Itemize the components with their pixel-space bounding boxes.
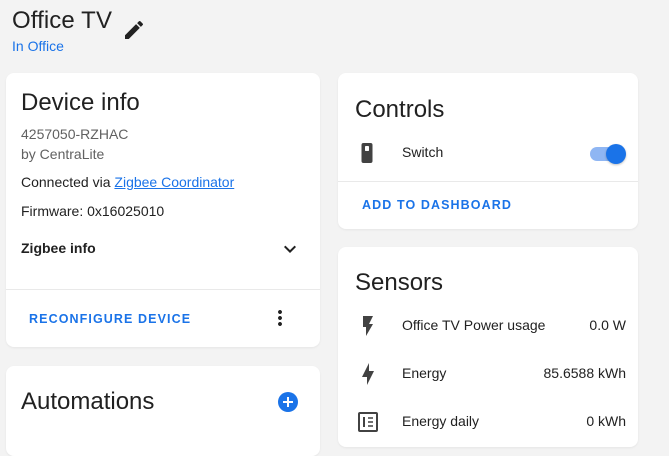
edit-button[interactable]	[122, 18, 146, 42]
lightning-icon	[362, 363, 374, 385]
switch-toggle-thumb	[606, 144, 626, 164]
sensor-value: 0.0 W	[589, 317, 626, 333]
plus-circle-icon	[278, 392, 298, 412]
controls-divider	[338, 181, 638, 182]
device-model: 4257050-RZHAC	[21, 126, 129, 142]
controls-card: Controls Switch ADD TO DASHBOARD	[338, 73, 638, 229]
area-link[interactable]: In Office	[12, 37, 64, 55]
sensor-row-energy[interactable]: Energy 85.6588 kWh	[338, 362, 638, 386]
sensors-title: Sensors	[355, 269, 444, 296]
sensor-label: Energy daily	[402, 413, 480, 429]
sensor-label: Office TV Power usage	[402, 317, 546, 333]
page-title: Office TV	[12, 7, 113, 34]
zigbee-info-label: Zigbee info	[21, 240, 96, 256]
device-info-divider	[6, 289, 320, 290]
meter-icon	[358, 412, 378, 432]
automations-title: Automations	[21, 388, 155, 415]
sensor-value: 85.6588 kWh	[543, 365, 627, 381]
firmware-version: Firmware: 0x16025010	[21, 203, 165, 219]
add-automation-button[interactable]	[276, 390, 300, 414]
page-header: Office TV In Office	[12, 6, 612, 62]
switch-row: Switch	[338, 141, 638, 165]
reconfigure-device-button[interactable]: RECONFIGURE DEVICE	[29, 312, 191, 326]
sensor-value: 0 kWh	[586, 413, 626, 429]
sensor-row-power[interactable]: Office TV Power usage 0.0 W	[338, 314, 638, 338]
switch-label: Switch	[402, 144, 444, 160]
device-info-card: Device info 4257050-RZHAC by CentraLite …	[6, 73, 320, 347]
device-info-title: Device info	[21, 89, 140, 116]
zigbee-info-expander[interactable]: Zigbee info	[21, 235, 306, 261]
device-more-options-button[interactable]	[268, 306, 292, 330]
add-to-dashboard-button[interactable]: ADD TO DASHBOARD	[362, 198, 512, 212]
sensor-label: Energy	[402, 365, 447, 381]
sensor-row-energy-daily[interactable]: Energy daily 0 kWh	[338, 410, 638, 434]
connected-via-label: Connected via	[21, 174, 115, 190]
connected-via: Connected via Zigbee Coordinator	[21, 174, 234, 190]
zigbee-coordinator-link[interactable]: Zigbee Coordinator	[114, 174, 234, 190]
switch-toggle[interactable]	[588, 144, 626, 164]
more-vertical-icon	[278, 310, 282, 326]
sensors-card: Sensors Office TV Power usage 0.0 W Ener…	[338, 247, 638, 447]
device-manufacturer: by CentraLite	[21, 146, 105, 162]
flash-icon	[363, 316, 373, 336]
remote-icon	[361, 143, 373, 163]
automations-card: Automations	[6, 366, 320, 456]
pencil-icon	[125, 20, 144, 39]
chevron-down-icon	[284, 245, 296, 253]
controls-title: Controls	[355, 96, 445, 123]
